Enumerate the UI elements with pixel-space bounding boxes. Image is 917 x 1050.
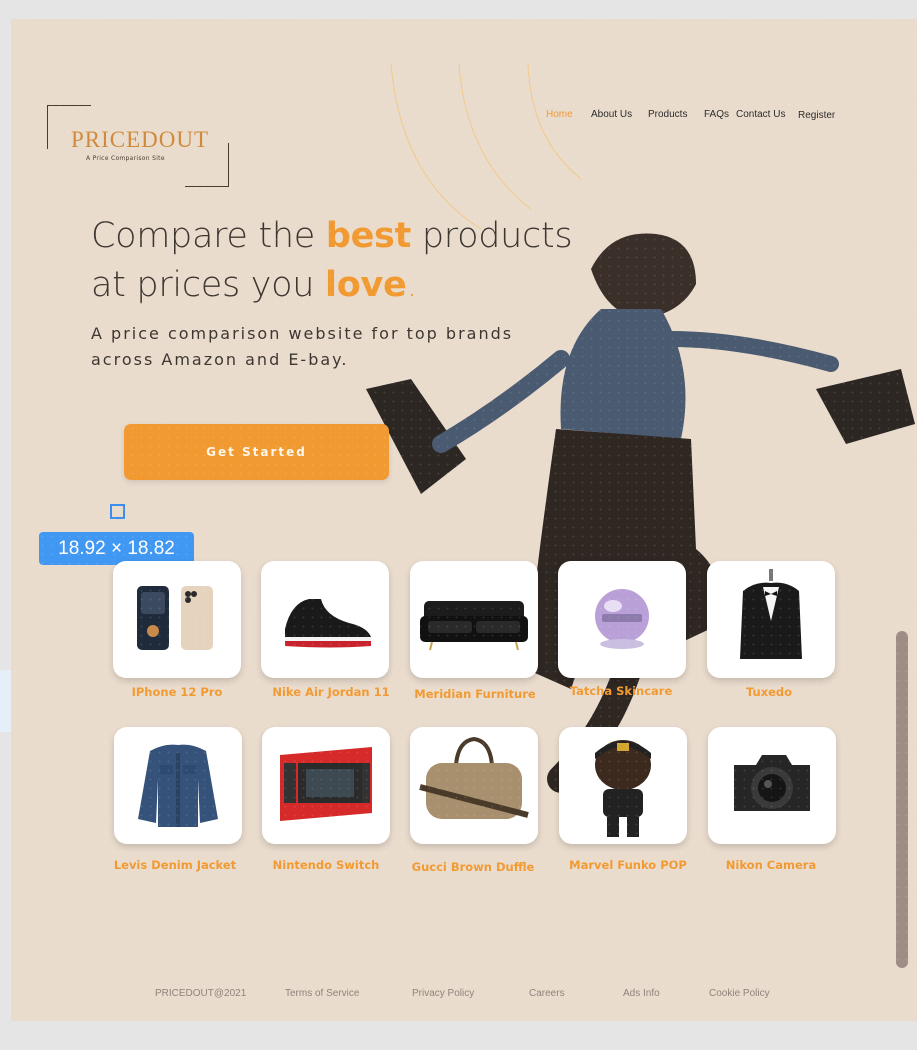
- product-card[interactable]: [410, 727, 538, 844]
- product-label[interactable]: Gucci Brown Duffle: [393, 860, 553, 874]
- product-card[interactable]: [707, 561, 835, 678]
- headline-text: at prices you: [91, 265, 325, 305]
- product-label[interactable]: Nike Air Jordan 11: [251, 685, 411, 699]
- jacket-icon: [138, 744, 218, 827]
- nav-products[interactable]: Products: [648, 109, 687, 120]
- footer-privacy-link[interactable]: Privacy Policy: [412, 988, 474, 999]
- product-label[interactable]: IPhone 12 Pro: [97, 685, 257, 699]
- product-label[interactable]: Meridian Furniture: [395, 687, 555, 701]
- headline-period: .: [406, 265, 418, 305]
- product-card[interactable]: [262, 727, 390, 844]
- footer-terms-link[interactable]: Terms of Service: [285, 988, 359, 999]
- footer-ads-info-link[interactable]: Ads Info: [623, 988, 660, 999]
- selection-handle[interactable]: [110, 504, 125, 519]
- duffle-bag-icon: [419, 736, 529, 819]
- product-card[interactable]: [261, 561, 389, 678]
- hero-headline: Compare the best products at prices you …: [91, 212, 573, 310]
- nav-about-us[interactable]: About Us: [591, 109, 632, 120]
- product-card[interactable]: [114, 727, 242, 844]
- nav-home[interactable]: Home: [546, 109, 573, 120]
- skincare-jar-icon: [595, 589, 649, 649]
- product-label[interactable]: Nikon Camera: [691, 858, 851, 872]
- footer-copyright: PRICEDOUT@2021: [155, 988, 247, 999]
- camera-icon: [734, 755, 810, 811]
- phone-icon: [137, 586, 213, 650]
- tuxedo-icon: [740, 569, 802, 659]
- product-card[interactable]: [113, 561, 241, 678]
- product-label[interactable]: Tatcha Skincare: [541, 684, 701, 698]
- product-label[interactable]: Nintendo Switch: [246, 858, 406, 872]
- figure-icon: [595, 740, 651, 837]
- headline-text: products: [411, 216, 573, 256]
- product-card[interactable]: [708, 727, 836, 844]
- get-started-button[interactable]: Get Started: [124, 424, 389, 480]
- headline-text: Compare the: [91, 216, 326, 256]
- brand-name: PRICEDOUT: [71, 127, 210, 152]
- product-label[interactable]: Tuxedo: [689, 685, 849, 699]
- side-panel-edge: [0, 670, 11, 732]
- product-card[interactable]: [558, 561, 686, 678]
- sneaker-icon: [285, 599, 371, 648]
- nav-register[interactable]: Register: [798, 110, 835, 121]
- nav-contact-us[interactable]: Contact Us: [736, 109, 785, 120]
- landing-page: PRICEDOUT A Price Comparison Site Home A…: [11, 19, 917, 1021]
- headline-accent: love: [325, 265, 407, 305]
- brand-tagline: A Price Comparison Site: [86, 155, 165, 162]
- scrollbar-thumb[interactable]: [896, 631, 908, 968]
- footer-cookie-link[interactable]: Cookie Policy: [709, 988, 770, 999]
- sofa-icon: [420, 601, 528, 651]
- brand-logo[interactable]: PRICEDOUT A Price Comparison Site: [47, 105, 229, 187]
- product-label[interactable]: Marvel Funko POP: [548, 858, 708, 872]
- nav-faqs[interactable]: FAQs: [704, 109, 729, 120]
- footer-careers-link[interactable]: Careers: [529, 988, 565, 999]
- game-console-icon: [280, 747, 372, 821]
- headline-accent: best: [325, 216, 412, 256]
- hero-subtitle: A price comparison website for top brand…: [91, 324, 514, 369]
- product-card[interactable]: [410, 561, 538, 678]
- product-label[interactable]: Levis Denim Jacket: [95, 858, 255, 872]
- product-card[interactable]: [559, 727, 687, 844]
